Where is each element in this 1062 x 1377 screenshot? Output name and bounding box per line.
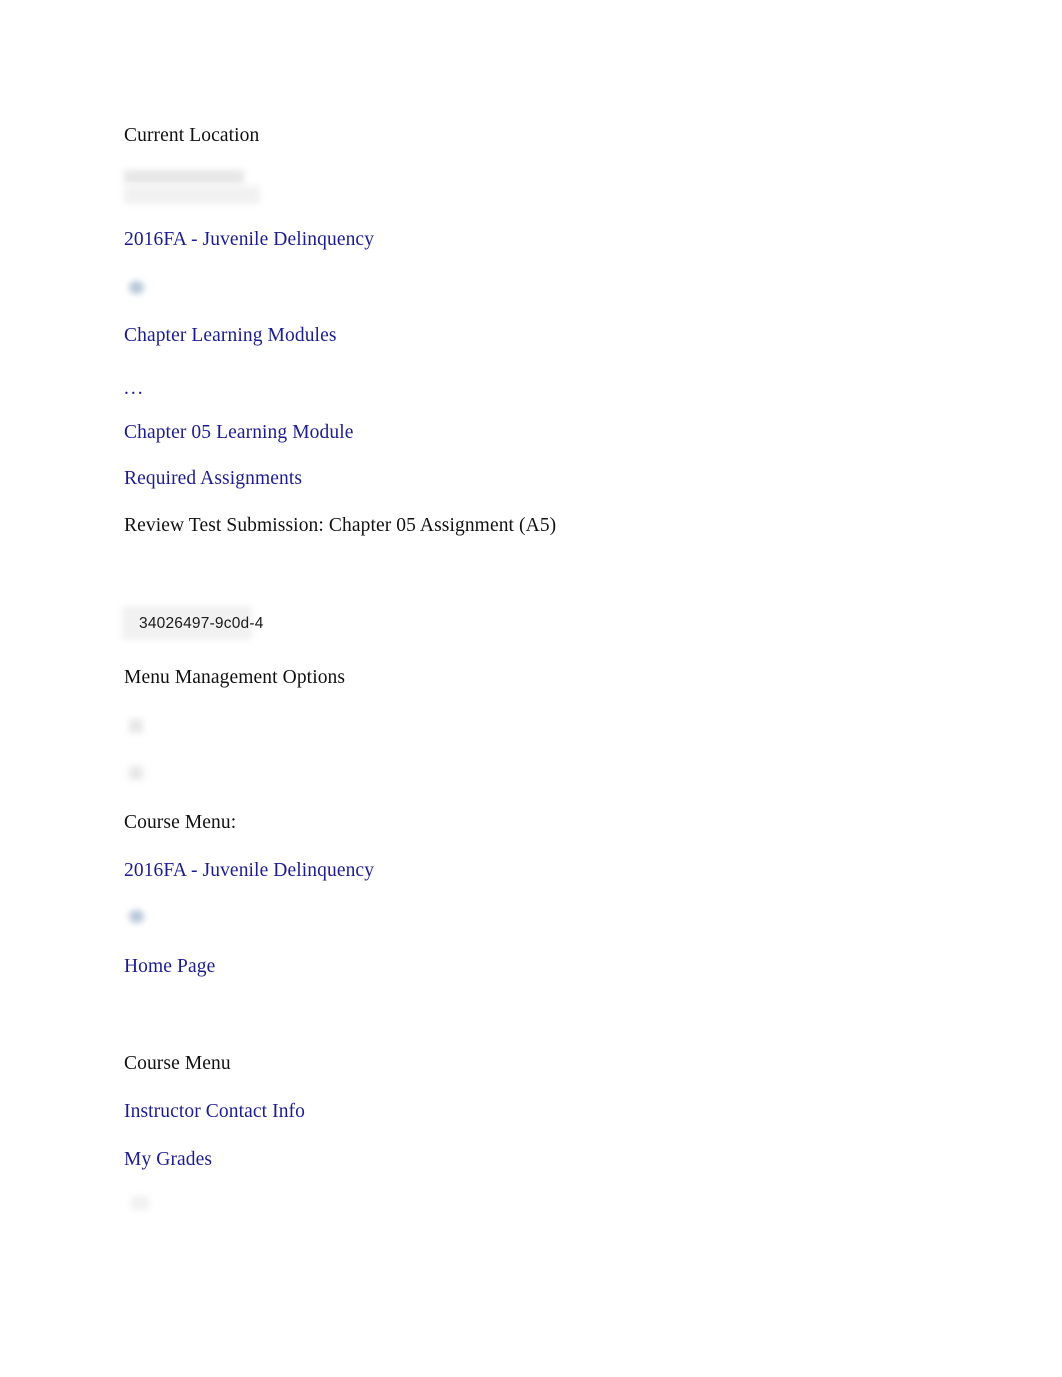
menu-management-heading: Menu Management Options <box>124 667 346 688</box>
course-menu-item-instructor-contact-info[interactable]: Instructor Contact Info <box>124 1100 305 1124</box>
institution-logo-placeholder <box>124 170 244 184</box>
home-page-link[interactable]: Home Page <box>124 955 215 979</box>
breadcrumb-link-required-assignments[interactable]: Required Assignments <box>124 467 302 491</box>
course-menu-heading: Course Menu <box>124 1053 231 1074</box>
course-menu-item-truncated-placeholder <box>131 1196 149 1210</box>
course-home-icon[interactable] <box>129 910 144 923</box>
course-menu-course-link[interactable]: 2016FA - Juvenile Delinquency <box>124 859 374 883</box>
breadcrumb-current-page: Review Test Submission: Chapter 05 Assig… <box>124 515 557 536</box>
institution-logo-placeholder-shadow <box>124 186 260 204</box>
session-id-label: 34026497-9c0d-4 <box>139 615 264 632</box>
expand-icon[interactable] <box>129 766 143 780</box>
breadcrumb-ellipsis-icon[interactable]: ... <box>124 377 145 401</box>
course-menu-label: Course Menu: <box>124 812 237 833</box>
course-menu-item-my-grades[interactable]: My Grades <box>124 1148 212 1172</box>
document-page: Current Location 2016FA - Juvenile Delin… <box>0 0 1062 1377</box>
breadcrumb-link-course[interactable]: 2016FA - Juvenile Delinquency <box>124 228 374 252</box>
current-location-heading: Current Location <box>124 125 260 146</box>
breadcrumb-link-chapter-learning-modules[interactable]: Chapter Learning Modules <box>124 324 337 348</box>
breadcrumb-link-chapter-05-learning-module[interactable]: Chapter 05 Learning Module <box>124 421 354 445</box>
refresh-icon[interactable] <box>129 719 143 733</box>
breadcrumb-separator-icon <box>129 281 144 294</box>
